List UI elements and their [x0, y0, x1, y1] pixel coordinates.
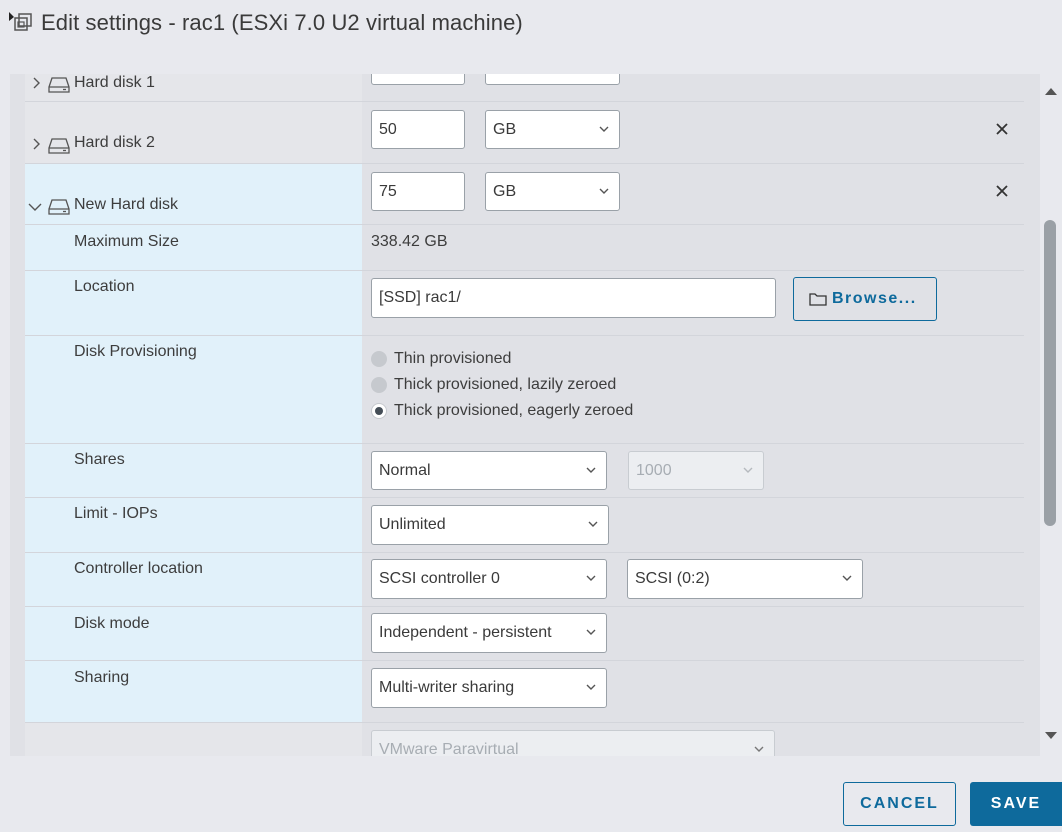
location-input[interactable]: [SSD] rac1/ — [371, 278, 776, 318]
max-size-value: 338.42 GB — [371, 233, 448, 250]
folder-icon — [809, 293, 827, 306]
chevron-down-icon — [586, 575, 596, 581]
limit-iops-label: Limit - IOPs — [74, 505, 158, 522]
disk-mode-row: Disk mode Independent - persistent — [25, 607, 1024, 661]
radio-thin-provisioned[interactable]: Thin provisioned — [371, 350, 511, 368]
chevron-down-icon — [586, 629, 596, 635]
remove-new-hard-disk-icon[interactable] — [995, 184, 1009, 198]
chevron-down-icon — [743, 467, 753, 473]
limit-value: Unlimited — [379, 516, 446, 533]
controller-select[interactable]: SCSI controller 0 — [371, 559, 607, 599]
scsi-controller-row: VMware Paravirtual — [25, 723, 1024, 756]
unit-value: GB — [493, 120, 517, 138]
vertical-scrollbar[interactable] — [1040, 74, 1062, 756]
scroll-down-icon[interactable] — [1044, 731, 1058, 741]
radio-thick-lazy[interactable]: Thick provisioned, lazily zeroed — [371, 376, 616, 394]
hard-disk-icon — [48, 77, 70, 93]
dialog-footer: CANCEL SAVE — [0, 756, 1062, 832]
disk-provisioning-label: Disk Provisioning — [74, 343, 197, 360]
shares-amount-select: 1000 — [628, 451, 764, 490]
scsi-controller-type-value: VMware Paravirtual — [379, 741, 519, 756]
disk-mode-label: Disk mode — [74, 615, 150, 632]
sharing-row: Sharing Multi-writer sharing — [25, 661, 1024, 723]
dialog-header: Edit settings - rac1 (ESXi 7.0 U2 virtua… — [0, 0, 1062, 74]
radio-label: Thick provisioned, eagerly zeroed — [394, 402, 634, 419]
scroll-up-icon[interactable] — [1044, 86, 1058, 96]
hard-disk-2-label[interactable]: Hard disk 2 — [74, 134, 155, 152]
scsi-controller-type-select: VMware Paravirtual — [371, 730, 775, 756]
settings-scroll-area[interactable]: Hard disk 1 Hard disk 2 50 GB New Hard d… — [10, 74, 1040, 756]
chevron-down-icon — [599, 188, 609, 194]
browse-button[interactable]: Browse... — [793, 277, 937, 321]
hard-disk-2-row: Hard disk 2 50 GB — [25, 102, 1024, 164]
radio-thick-eager[interactable]: Thick provisioned, eagerly zeroed — [371, 402, 633, 420]
vm-window-icon — [9, 12, 32, 31]
remove-hard-disk-2-icon[interactable] — [995, 122, 1009, 136]
radio-label: Thin provisioned — [394, 350, 512, 367]
browse-label: Browse... — [832, 290, 917, 307]
chevron-down-icon — [586, 684, 596, 690]
shares-value: Normal — [379, 461, 431, 479]
collapse-new-hard-disk-icon[interactable] — [28, 200, 42, 214]
new-hard-disk-row: New Hard disk 75 GB — [25, 164, 1024, 225]
controller-value: SCSI controller 0 — [379, 570, 500, 587]
disk-mode-select[interactable]: Independent - persistent — [371, 613, 607, 653]
sharing-label: Sharing — [74, 669, 130, 686]
sharing-select[interactable]: Multi-writer sharing — [371, 668, 607, 708]
hard-disk-1-label[interactable]: Hard disk 1 — [74, 74, 155, 92]
unit-value: GB — [493, 182, 517, 200]
limit-iops-select[interactable]: Unlimited — [371, 505, 609, 545]
dialog-title: Edit settings - rac1 (ESXi 7.0 U2 virtua… — [41, 10, 523, 35]
chevron-down-icon — [586, 467, 596, 473]
radio-indicator — [371, 377, 387, 393]
shares-amount: 1000 — [636, 461, 672, 479]
hard-disk-2-size-input[interactable]: 50 — [371, 110, 465, 149]
shares-row: Shares Normal 1000 — [25, 444, 1024, 498]
scsi-slot-select[interactable]: SCSI (0:2) — [627, 559, 863, 599]
chevron-down-icon — [599, 126, 609, 132]
chevron-down-icon — [588, 521, 598, 527]
expand-hard-disk-1-icon[interactable] — [29, 76, 43, 90]
new-hard-disk-unit-select[interactable]: GB — [485, 172, 620, 211]
hard-disk-1-unit-select[interactable] — [485, 74, 620, 85]
scrollbar-thumb[interactable] — [1044, 220, 1056, 526]
disk-provisioning-row: Disk Provisioning Thin provisioned Thick… — [25, 336, 1024, 444]
radio-indicator-selected — [371, 403, 387, 419]
scsi-slot-value: SCSI (0:2) — [635, 570, 710, 587]
shares-label: Shares — [74, 451, 125, 468]
chevron-down-icon — [842, 575, 852, 581]
hard-disk-icon — [48, 138, 70, 154]
radio-label: Thick provisioned, lazily zeroed — [394, 376, 617, 393]
new-hard-disk-size-input[interactable]: 75 — [371, 172, 465, 211]
controller-location-label: Controller location — [74, 560, 203, 577]
controller-location-row: Controller location SCSI controller 0 SC… — [25, 553, 1024, 607]
location-label: Location — [74, 278, 135, 295]
hard-disk-icon — [48, 199, 70, 215]
hard-disk-1-row: Hard disk 1 — [25, 74, 1024, 102]
limit-iops-row: Limit - IOPs Unlimited — [25, 498, 1024, 553]
hard-disk-2-unit-select[interactable]: GB — [485, 110, 620, 149]
cancel-button[interactable]: CANCEL — [843, 782, 956, 826]
max-size-label: Maximum Size — [74, 233, 179, 250]
location-row: Location [SSD] rac1/ Browse... — [25, 271, 1024, 336]
shares-select[interactable]: Normal — [371, 451, 607, 490]
disk-mode-value: Independent - persistent — [379, 624, 552, 641]
chevron-down-icon — [754, 746, 764, 752]
hard-disk-1-size-input[interactable] — [371, 74, 465, 85]
radio-indicator — [371, 351, 387, 367]
save-button[interactable]: SAVE — [970, 782, 1062, 826]
new-hard-disk-label[interactable]: New Hard disk — [74, 196, 178, 214]
sharing-value: Multi-writer sharing — [379, 679, 515, 696]
max-size-row: Maximum Size 338.42 GB — [25, 225, 1024, 271]
expand-hard-disk-2-icon[interactable] — [29, 137, 43, 151]
